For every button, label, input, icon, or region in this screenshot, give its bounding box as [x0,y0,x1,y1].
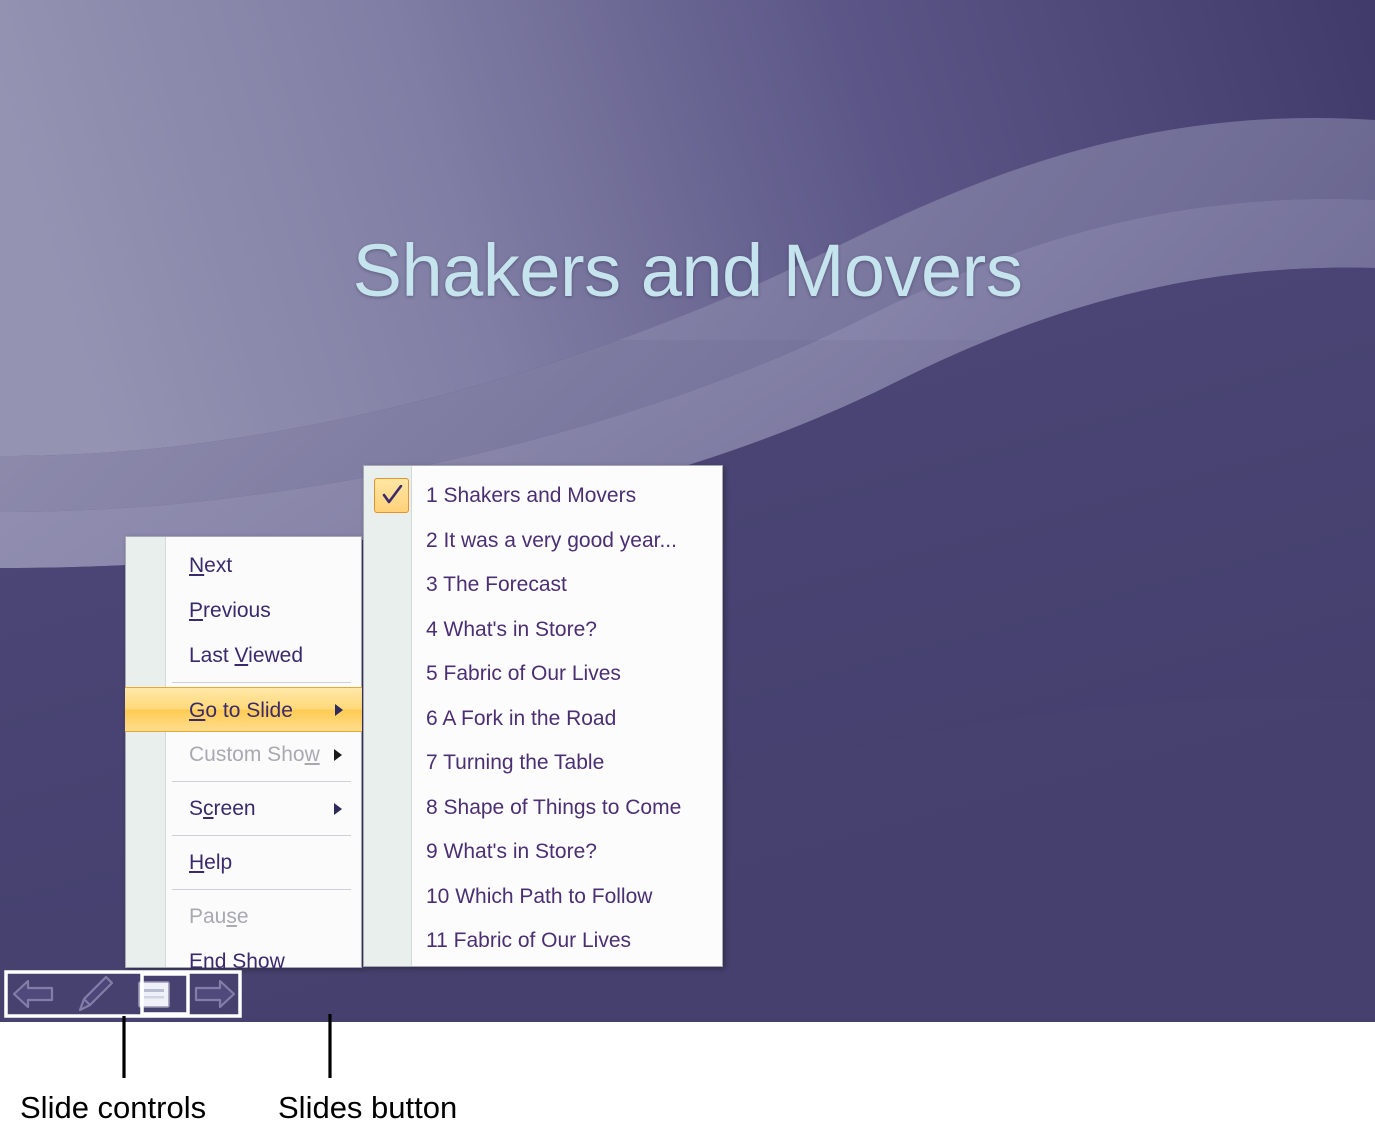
menu-item-label: S [189,797,204,820]
accel-char: s [226,905,237,928]
submenu-item-slide-2[interactable]: 2 It was a very good year... [364,519,722,564]
menu-item-label: nd Show [203,950,285,973]
menu-item-label: ext [204,554,233,577]
submenu-item-slide-1[interactable]: 1 Shakers and Movers [364,474,722,519]
submenu-item-slide-4[interactable]: 4 What's in Store? [364,608,722,653]
submenu-item-slide-11[interactable]: 11 Fabric of Our Lives [364,919,722,964]
submenu-item-label: 9 What's in Store? [426,840,597,863]
menu-item-label: e [236,905,249,928]
accel-char: c [203,797,214,820]
menu-item-go-to-slide[interactable]: Go to Slide [125,687,362,732]
callout-label-slide-controls: Slide controls [20,1090,207,1125]
menu-item-previous[interactable]: Previous [126,588,361,633]
pen-icon [78,975,114,1012]
submenu-item-slide-9[interactable]: 9 What's in Store? [364,830,722,875]
accel-char: H [189,851,205,874]
checkmark-icon [374,478,409,513]
menu-item-last-viewed[interactable]: Last Viewed [126,633,361,678]
menu-item-end-show[interactable]: End Show [126,939,361,984]
submenu-item-slide-6[interactable]: 6 A Fork in the Road [364,697,722,742]
menu-item-custom-show: Custom Show [126,732,361,777]
accel-char: N [189,554,205,577]
menu-item-label: revious [203,599,271,622]
accel-char: P [189,599,204,622]
submenu-item-label: 6 A Fork in the Road [426,706,617,730]
menu-item-label: iewed [248,644,304,667]
previous-slide-button[interactable] [6,966,62,1022]
slide-title: Shakers and Movers [352,229,1023,312]
submenu-item-label: 1 Shakers and Movers [426,484,637,507]
arrow-left-icon [12,979,54,1009]
menu-separator [172,835,351,836]
chevron-right-icon [335,703,343,716]
submenu-item-slide-8[interactable]: 8 Shape of Things to Come [364,786,722,831]
submenu-item-label: 8 Shape of Things to Come [426,795,682,819]
submenu-item-label: 3 The Forecast [426,573,567,596]
submenu-item-slide-5[interactable]: 5 Fabric of Our Lives [364,652,722,697]
accel-char: V [234,644,249,667]
menu-separator [172,889,351,890]
menu-item-next[interactable]: Next [126,543,361,588]
arrow-right-icon [194,979,236,1009]
accel-char: G [189,699,206,722]
submenu-item-slide-3[interactable]: 3 The Forecast [364,563,722,608]
menu-item-label: reen [213,797,256,820]
submenu-item-label: 7 Turning the Table [426,751,605,774]
context-menu-list: Next Previous Last Viewed Go to Slide Cu… [125,537,362,984]
accel-char: w [304,743,320,766]
menu-item-label: Last [189,644,235,667]
submenu-item-label: 10 Which Path to Follow [426,884,653,908]
chevron-right-icon [334,802,342,815]
callout-label-slides-button: Slides button [278,1090,458,1125]
slides-icon [138,981,170,1008]
menu-separator [172,682,351,683]
slides-icon-line-1 [144,989,164,992]
submenu-item-label: 5 Fabric of Our Lives [426,662,621,685]
submenu-item-label: 2 It was a very good year... [426,528,677,552]
accel-char: E [189,950,204,973]
submenu-item-slide-7[interactable]: 7 Turning the Table [364,741,722,786]
submenu-item-label: 11 Fabric of Our Lives [426,929,632,952]
slides-icon-line-2 [144,996,164,999]
menu-item-label: Pau [189,905,227,928]
chevron-right-icon [334,748,342,761]
pen-tool-button[interactable] [66,966,122,1022]
menu-separator [172,781,351,782]
go-to-slide-submenu[interactable]: 1 Shakers and Movers 2 It was a very goo… [363,465,723,967]
menu-item-screen[interactable]: Screen [126,786,361,831]
menu-item-label: o to Slide [205,699,293,722]
menu-item-pause: Pause [126,894,361,939]
submenu-list: 1 Shakers and Movers 2 It was a very goo… [364,466,722,964]
submenu-item-label: 4 What's in Store? [426,617,597,641]
menu-item-help[interactable]: Help [126,840,361,885]
slideshow-context-menu[interactable]: Next Previous Last Viewed Go to Slide Cu… [125,536,362,973]
menu-item-label: elp [204,851,233,874]
submenu-item-slide-10[interactable]: 10 Which Path to Follow [364,875,722,920]
menu-item-label: Custom Sho [189,743,305,766]
